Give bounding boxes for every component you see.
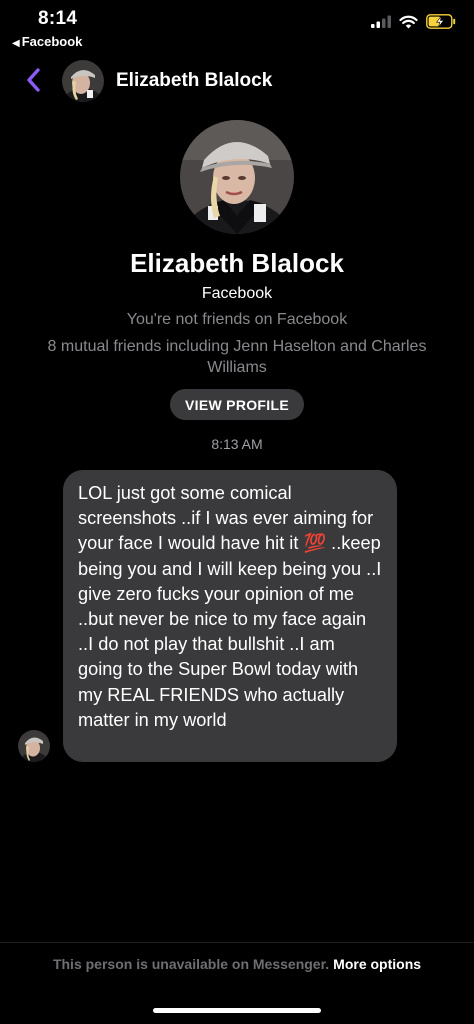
- friend-status: You're not friends on Facebook: [126, 311, 348, 328]
- cellular-signal-icon: [371, 15, 391, 28]
- status-bar: 8:14 ◀ Facebook: [0, 0, 474, 56]
- mutual-friends: 8 mutual friends including Jenn Haselton…: [47, 338, 427, 376]
- back-button[interactable]: [24, 66, 44, 94]
- home-indicator[interactable]: [153, 1008, 321, 1013]
- battery-charging-icon: [426, 14, 456, 29]
- footer: This person is unavailable on Messenger.…: [0, 956, 474, 972]
- message-bubble[interactable]: LOL just got some comical screenshots ..…: [63, 470, 397, 762]
- sender-avatar[interactable]: [18, 730, 50, 762]
- contact-name[interactable]: Elizabeth Blalock: [116, 70, 272, 92]
- message-timestamp: 8:13 AM: [211, 436, 263, 452]
- avatar-photo-icon: [62, 60, 104, 102]
- profile-photo-image: [180, 120, 294, 234]
- profile-source: Facebook: [201, 285, 273, 302]
- view-profile-button[interactable]: VIEW PROFILE: [170, 389, 304, 420]
- status-time: 8:14: [38, 8, 78, 29]
- more-options-link[interactable]: More options: [333, 956, 421, 972]
- wifi-icon: [399, 15, 418, 28]
- profile-photo[interactable]: [180, 120, 294, 234]
- footer-divider: [0, 942, 474, 943]
- unavailable-note: This person is unavailable on Messenger.: [52, 956, 330, 972]
- back-to-app-link[interactable]: ◀ Facebook: [12, 34, 82, 49]
- back-app-label: Facebook: [21, 34, 83, 49]
- sender-avatar-photo-icon: [18, 730, 50, 762]
- back-triangle-icon: ◀: [12, 38, 20, 49]
- conversation-header: Elizabeth Blalock: [0, 56, 474, 106]
- contact-avatar[interactable]: [62, 60, 104, 102]
- status-icons: [371, 14, 456, 29]
- message-text: LOL just got some comical screenshots ..…: [78, 483, 382, 730]
- profile-name: Elizabeth Blalock: [130, 248, 344, 278]
- chevron-left-icon: [27, 68, 40, 92]
